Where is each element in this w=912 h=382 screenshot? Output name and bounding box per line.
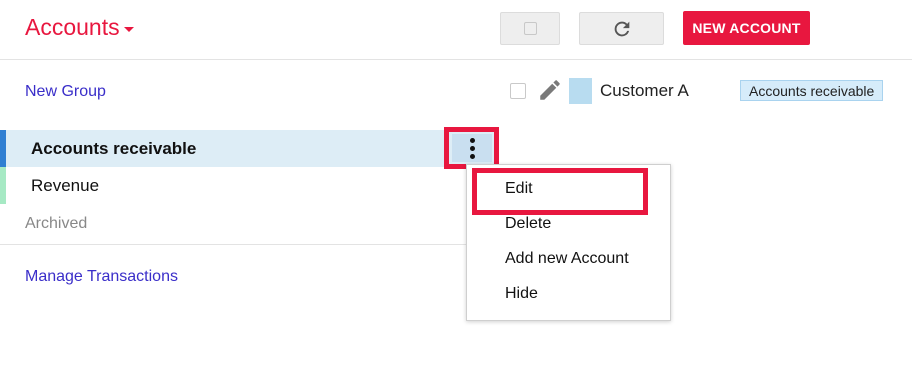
edit-highlight-box xyxy=(472,168,648,215)
group-color-bar xyxy=(0,167,6,204)
manage-transactions-link[interactable]: Manage Transactions xyxy=(25,268,178,286)
accounts-title-dropdown[interactable]: Accounts xyxy=(25,14,134,41)
account-checkbox[interactable] xyxy=(510,83,526,99)
menu-item-add-new-account[interactable]: Add new Account xyxy=(505,250,629,268)
header-divider xyxy=(0,59,912,60)
options-highlight-box xyxy=(444,127,499,169)
group-row-revenue[interactable]: Revenue xyxy=(31,176,99,196)
archived-link[interactable]: Archived xyxy=(25,215,87,233)
sidebar-divider xyxy=(0,244,478,245)
checkbox-icon xyxy=(523,22,537,35)
refresh-button[interactable] xyxy=(579,12,664,45)
menu-item-hide[interactable]: Hide xyxy=(505,285,538,303)
new-account-button[interactable]: NEW ACCOUNT xyxy=(683,11,810,45)
caret-down-icon xyxy=(123,26,134,32)
account-color-swatch xyxy=(569,78,592,104)
page-title: Accounts xyxy=(25,14,120,40)
group-color-bar xyxy=(0,130,6,167)
select-all-button[interactable] xyxy=(500,12,560,45)
menu-item-delete[interactable]: Delete xyxy=(505,215,551,233)
new-group-link[interactable]: New Group xyxy=(25,83,106,101)
group-label: Accounts receivable xyxy=(31,139,197,158)
account-name[interactable]: Customer A xyxy=(600,81,689,101)
pencil-icon[interactable] xyxy=(537,77,563,103)
refresh-icon xyxy=(614,21,629,36)
group-tag: Accounts receivable xyxy=(740,80,884,101)
